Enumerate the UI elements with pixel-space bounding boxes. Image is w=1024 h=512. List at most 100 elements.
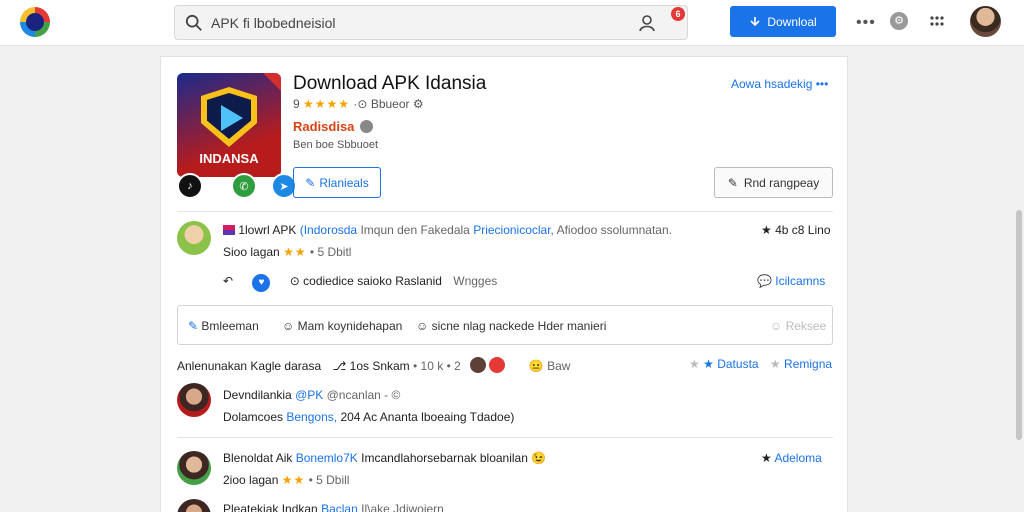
comment-meta-right: ★ Adeloma (761, 451, 822, 465)
app-category-tag: Radisdisa (293, 119, 374, 134)
post-link[interactable]: (Indorosda (300, 223, 357, 237)
report-button[interactable]: ✎ Rnd rangpeay (714, 167, 833, 198)
comment-avatar[interactable] (177, 451, 211, 485)
comment-link[interactable]: Baclan (321, 502, 358, 512)
comment-composer[interactable]: ✎ Bmleeman ☺ Mam koynidehapan ☺ sicne nl… (177, 305, 833, 345)
post-action-text[interactable]: codiedice saioko Raslanid (303, 274, 442, 288)
composer-option[interactable]: ☺ Mam koynidehapan (282, 319, 402, 333)
info-icon: ·⊙ (353, 97, 368, 111)
user-avatar[interactable] (970, 6, 1001, 37)
comment-avatar[interactable] (177, 499, 211, 512)
post-stars: ★★ (283, 245, 307, 259)
post-share-label: Icilcamns (775, 274, 826, 288)
comment-header: Pleatekiak Indkan Baclan Il\ake Jdiwoier… (223, 502, 444, 512)
app-rating: 9 ★★★★ ·⊙ Bbueor ⚙ (293, 97, 424, 111)
star-icon[interactable]: ★ (761, 451, 772, 465)
comment-avatar[interactable] (177, 383, 211, 417)
app-icon: INDANSA (177, 73, 281, 177)
reactor-avatar-2 (489, 357, 506, 373)
post-link-2[interactable]: Priecionicoclar, (473, 223, 554, 237)
like-icon[interactable]: ♥ (252, 274, 271, 292)
post-author-name[interactable]: 1lowrl APK (238, 223, 296, 237)
post-share[interactable]: 💬 Icilcamns (757, 274, 825, 288)
page-scrollbar[interactable] (1016, 210, 1022, 440)
composer-label: ✎ Bmleeman (188, 319, 259, 333)
star-icon[interactable]: ★ (761, 223, 772, 237)
header-link[interactable]: Aowa hsadekig ••• (731, 77, 828, 91)
post-text: Imqun den Fakedala (360, 223, 470, 237)
star-icon: ★ (769, 357, 781, 371)
badge-spacer (261, 173, 267, 199)
comment-header: Devndilankia @PK @ncanlan - © (223, 388, 400, 402)
composer-send[interactable]: ☺ Reksee (770, 319, 826, 333)
comment-text-tail: 204 Ac Ananta lboeaing Tdadoe) (340, 410, 515, 424)
comment-author[interactable]: Pleatekiak Indkan (223, 502, 318, 512)
wrench-icon: ✎ (305, 175, 316, 190)
sort-link[interactable]: Datusta (717, 357, 758, 371)
post-subline-text: Sioo lagan (223, 245, 280, 259)
comment-body: Dolamcoes Bengons, 204 Ac Ananta lboeain… (223, 410, 514, 424)
install-button-label: Rlanieals (319, 175, 369, 190)
comment-author[interactable]: Devndilankia (223, 388, 292, 402)
comment-text: Imcandlahorsebarnak bloanilan (361, 451, 528, 465)
comments-bar: Anlenunakan Kagle darasa ⎇ 1os Snkam • 1… (177, 357, 570, 373)
app-developer: Ben boe Sbbuoet (293, 139, 379, 151)
app-detail-card: INDANSA ♪ ✆ ➤ Download APK Idansia 9 ★★★… (160, 56, 848, 512)
emoji-icon[interactable]: 😐 (529, 359, 544, 373)
reply-icon[interactable]: ↶ (223, 274, 233, 288)
comment-subline-text: 2ioo lagan (223, 473, 279, 487)
comment-header: Blenoldat Aik Bonemlo7K Imcandlahorsebar… (223, 451, 546, 465)
chat-icon: 💬 (757, 274, 772, 288)
share-icon[interactable]: ⎇ (332, 359, 346, 373)
search-input[interactable]: APK fi lbobedneisiol (211, 15, 336, 31)
comment-text: Dolamcoes (223, 410, 284, 424)
account-alert-icon[interactable] (637, 13, 657, 33)
clock-icon: ⊙ (289, 274, 300, 288)
divider (177, 211, 833, 212)
smile-emoji-icon: 😉 (531, 451, 547, 465)
flag-icon (223, 225, 235, 235)
composer-send-label: Reksee (785, 319, 827, 333)
comments-label: Anlenunakan Kagle darasa (177, 359, 322, 373)
post-action-muted: Wngges (453, 274, 498, 288)
pencil-icon: ✎ (727, 175, 738, 190)
app-logo-icon[interactable] (20, 7, 50, 37)
notification-badge: 6 (671, 7, 685, 21)
whatsapp-icon[interactable]: ✆ (231, 173, 257, 199)
settings-icon[interactable]: ⚙ (890, 12, 908, 30)
platform-badges: ♪ ✆ ➤ (177, 173, 297, 199)
post-subline: Sioo lagan ★★ • 5 Dbitl (223, 245, 351, 259)
composer-input[interactable]: ☺ sicne nlag nackede Hder manieri (416, 319, 606, 333)
tiktok-icon[interactable]: ♪ (177, 173, 203, 199)
comment-link[interactable]: Bonemlo7K (296, 451, 358, 465)
app-title: Download APK Idansia (293, 73, 487, 94)
download-button[interactable]: Downloal (730, 6, 836, 37)
comments-text: 1os Snkam (349, 359, 410, 373)
comment-stars: ★★ (281, 473, 306, 487)
reactor-avatar-1 (470, 357, 487, 373)
post-header: 1lowrl APK (Indorosda Imqun den Fakedala… (223, 223, 672, 237)
apps-grid-icon[interactable] (930, 15, 944, 27)
search-bar[interactable]: APK fi lbobedneisiol 6 (174, 5, 688, 40)
star-icon: ★ (689, 357, 700, 371)
filter-link[interactable]: Remigna (784, 357, 832, 371)
comment-author[interactable]: Blenoldat Aik (223, 451, 292, 465)
comment-action[interactable]: Adeloma (774, 451, 821, 465)
comment-subline-tail: • 5 Dbill (308, 473, 350, 487)
corner-ribbon (263, 73, 281, 91)
more-dots-icon[interactable]: ••• (856, 14, 876, 32)
download-icon (750, 16, 760, 26)
comment-meta: @ncanlan - © (326, 388, 401, 402)
rating-text: Bbueor (370, 97, 410, 111)
post-author-avatar[interactable] (177, 221, 211, 255)
composer-label-text: Bmleeman (201, 319, 259, 333)
badge-spacer (207, 173, 227, 199)
install-button[interactable]: ✎ Rlanieals (293, 167, 381, 198)
rating-number: 9 (293, 97, 300, 111)
comment-text: Il\ake Jdiwoiern (361, 502, 444, 512)
post-meta-right: ★ 4b c8 Lino (761, 223, 831, 237)
comment-handle[interactable]: @PK (295, 388, 323, 402)
search-icon (185, 14, 202, 31)
comment-link[interactable]: Bengons, (286, 410, 337, 424)
composer-input-text: sicne nlag nackede Hder manieri (431, 319, 607, 333)
